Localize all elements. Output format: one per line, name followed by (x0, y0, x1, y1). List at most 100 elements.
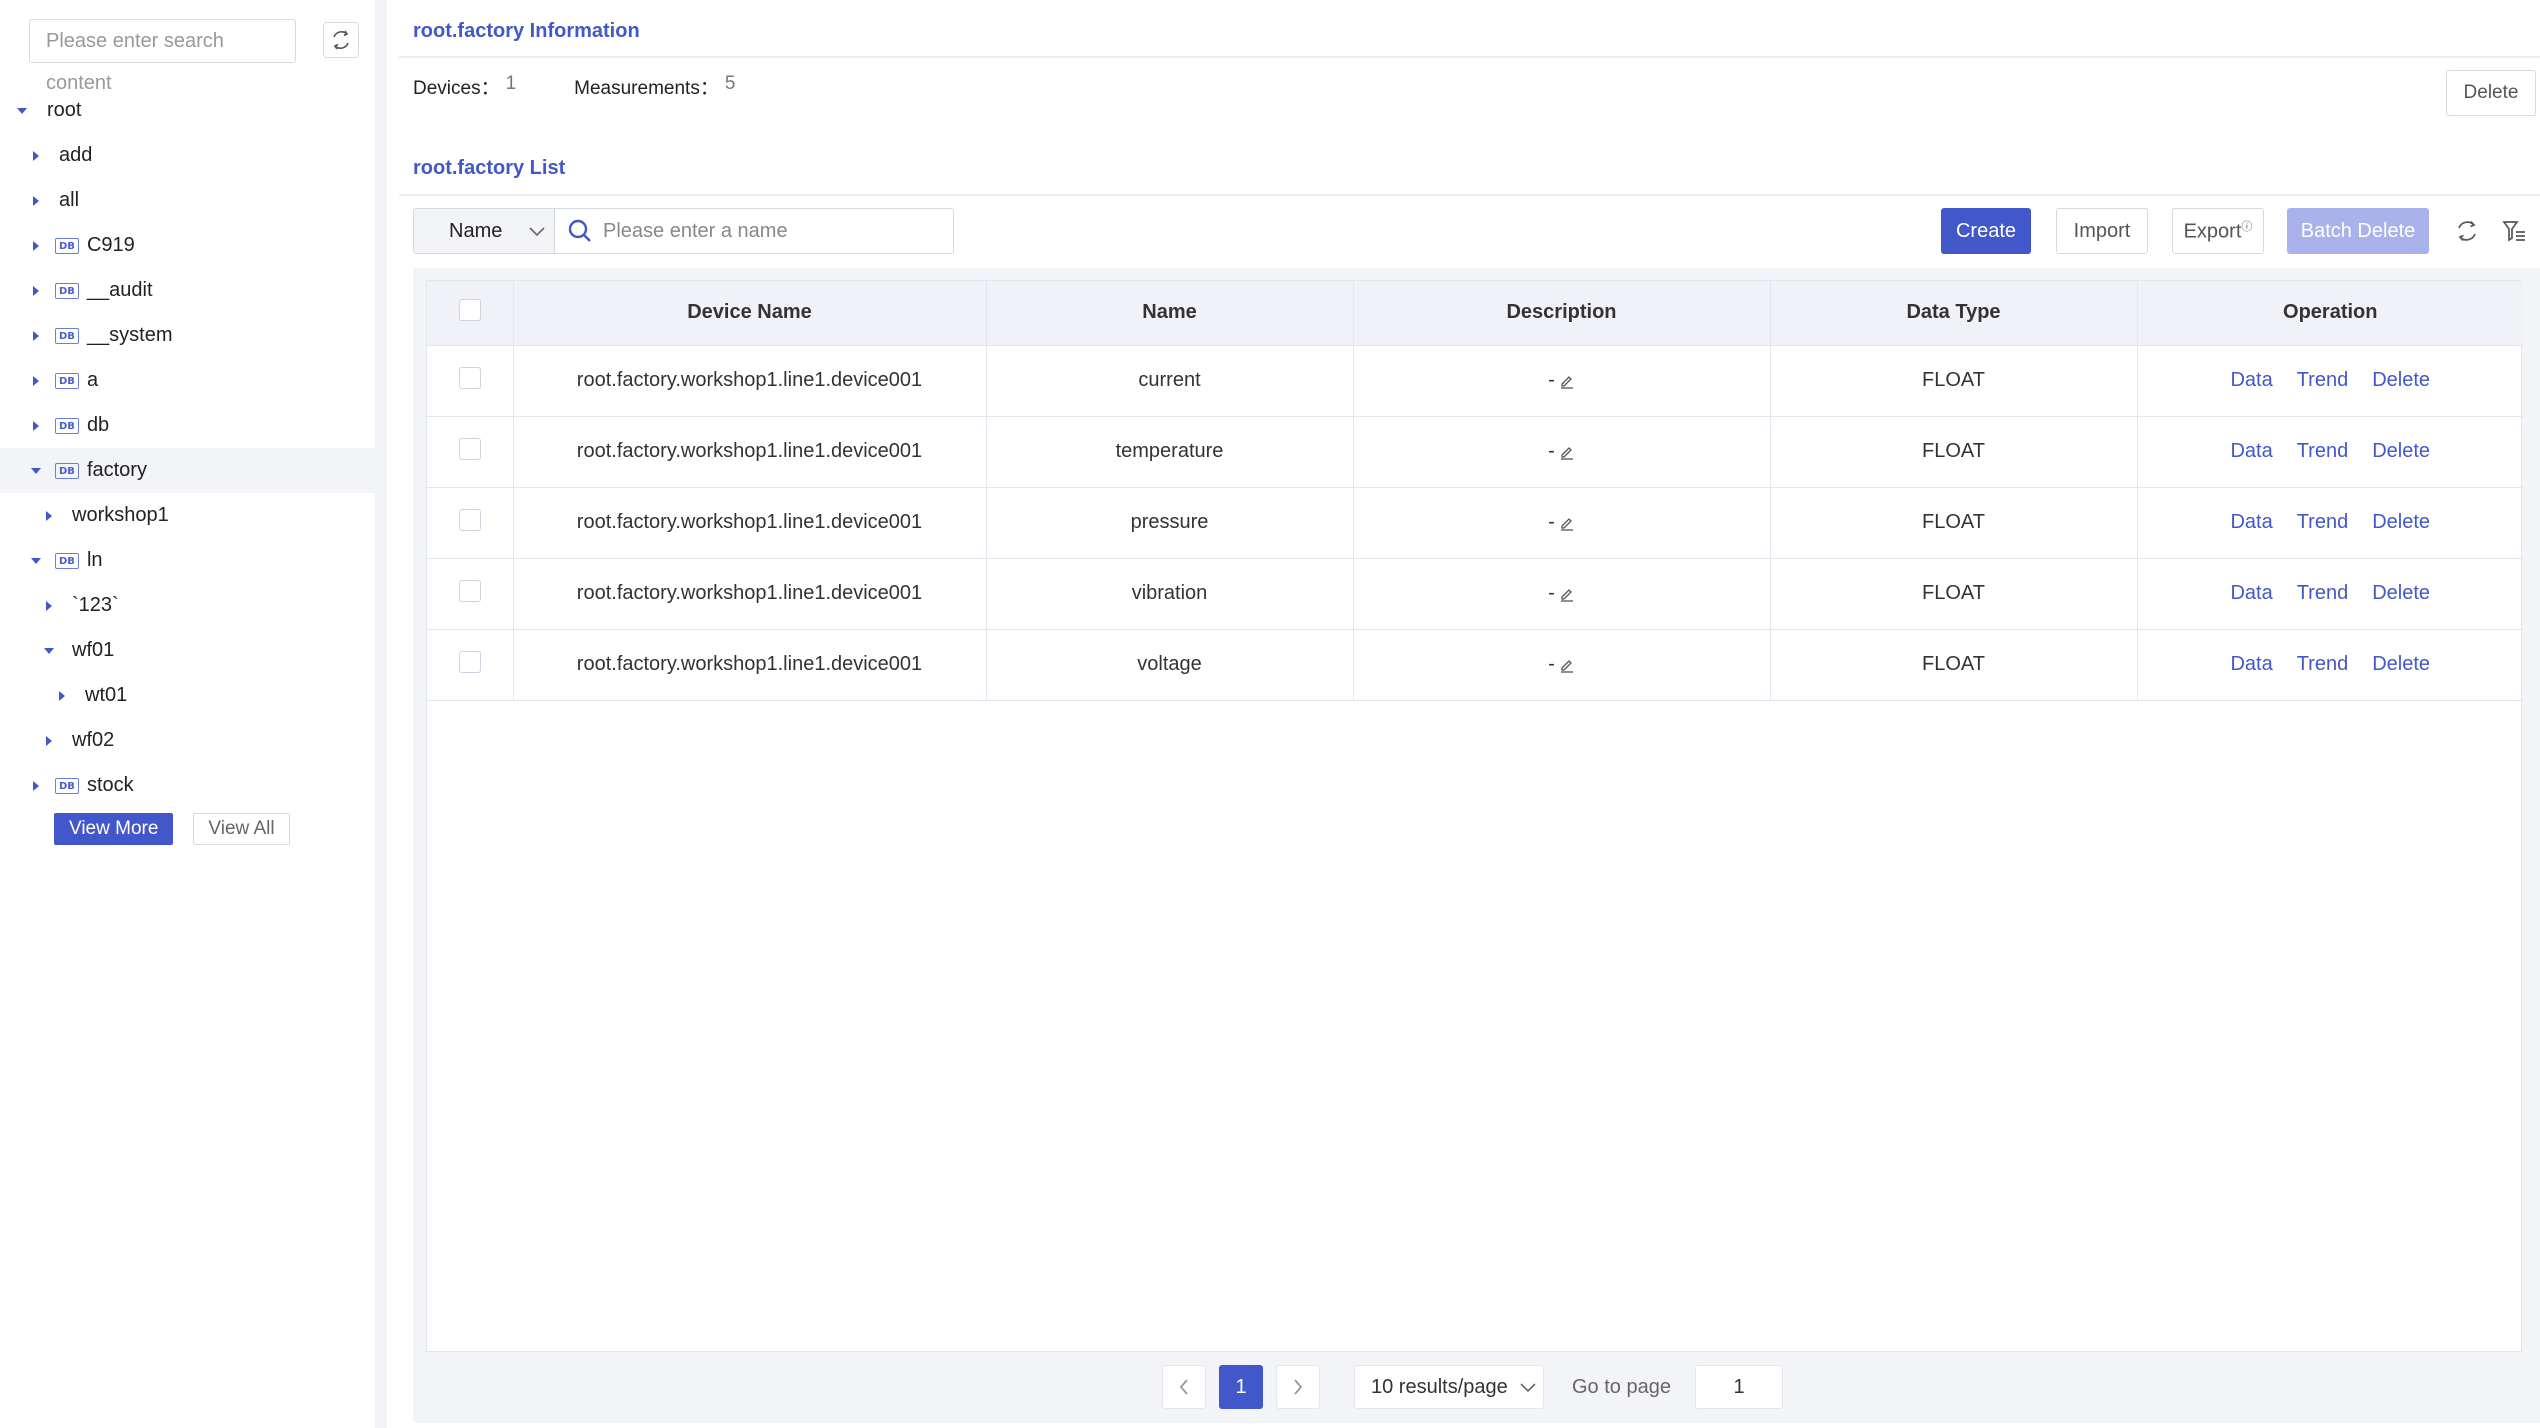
row-checkbox[interactable] (458, 437, 481, 460)
description-value: - (1548, 440, 1555, 462)
caret-down-icon[interactable] (29, 464, 43, 478)
view-all-button[interactable]: View All (193, 813, 290, 845)
refresh-icon[interactable] (2454, 218, 2480, 244)
filter-field-select[interactable]: Name (413, 208, 555, 254)
caret-right-icon[interactable] (55, 689, 69, 703)
tree-node[interactable]: wt01 (0, 673, 387, 718)
select-all-checkbox[interactable] (458, 298, 481, 321)
caret-right-icon[interactable] (29, 329, 43, 343)
caret-right-icon[interactable] (29, 194, 43, 208)
tree-node[interactable]: DB db (0, 403, 387, 448)
tree-node[interactable]: wf01 (0, 628, 387, 673)
edit-icon[interactable] (1559, 515, 1575, 531)
caret-right-icon[interactable] (42, 509, 56, 523)
tree-node[interactable]: DB C919 (0, 223, 387, 268)
tree-node[interactable]: DB ln (0, 538, 387, 583)
edit-icon[interactable] (1559, 444, 1575, 460)
database-icon: DB (55, 462, 79, 479)
tree-node[interactable]: DB factory (0, 448, 387, 493)
goto-page-input[interactable]: 1 (1695, 1365, 1783, 1409)
batch-delete-button[interactable]: Batch Delete (2287, 208, 2429, 254)
edit-icon[interactable] (1559, 586, 1575, 602)
pagination: 1 10 results/page Go to page 1 (413, 1365, 2540, 1409)
row-checkbox[interactable] (458, 579, 481, 602)
export-label: Export (2183, 220, 2242, 243)
name-cell: current (986, 345, 1354, 417)
description-cell: - (1353, 629, 1771, 701)
caret-right-icon[interactable] (42, 734, 56, 748)
trend-link[interactable]: Trend (2297, 653, 2349, 675)
next-page-button[interactable] (1276, 1365, 1320, 1409)
caret-right-icon[interactable] (29, 779, 43, 793)
list-divider (399, 194, 2540, 196)
tree-node[interactable]: `123` (0, 583, 387, 628)
device-name-cell: root.factory.workshop1.line1.device001 (513, 558, 987, 630)
delete-link[interactable]: Delete (2372, 440, 2430, 462)
table-row: root.factory.workshop1.line1.device001 cu… (427, 345, 2523, 417)
tree-node[interactable]: DB stock (0, 763, 387, 808)
tree-node[interactable]: workshop1 (0, 493, 387, 538)
delete-link[interactable]: Delete (2372, 653, 2430, 675)
tree-node[interactable]: wf02 (0, 718, 387, 763)
tree-node[interactable]: DB __audit (0, 268, 387, 313)
database-tree: root add all DB C919 DB __audit DB __system DB a DB… (0, 88, 387, 808)
import-button[interactable]: Import (2056, 208, 2148, 254)
page-size-select[interactable]: 10 results/page (1354, 1365, 1544, 1409)
tree-refresh-button[interactable] (323, 22, 359, 58)
trend-link[interactable]: Trend (2297, 369, 2349, 391)
tree-node[interactable]: add (0, 133, 387, 178)
data-link[interactable]: Data (2230, 440, 2272, 462)
database-icon: DB (55, 777, 79, 794)
data-link[interactable]: Data (2230, 369, 2272, 391)
create-button[interactable]: Create (1941, 208, 2031, 254)
database-icon: DB (55, 372, 79, 389)
caret-right-icon[interactable] (42, 599, 56, 613)
caret-right-icon[interactable] (29, 239, 43, 253)
data-link[interactable]: Data (2230, 511, 2272, 533)
column-header: Device Name (513, 281, 987, 346)
row-checkbox[interactable] (458, 508, 481, 531)
table-row: root.factory.workshop1.line1.device001 vo… (427, 629, 2523, 701)
filter-name-input[interactable] (603, 219, 943, 243)
search-icon (568, 219, 591, 242)
prev-page-button[interactable] (1162, 1365, 1206, 1409)
delete-storage-button[interactable]: Delete (2446, 70, 2536, 116)
tree-node[interactable]: DB __system (0, 313, 387, 358)
edit-icon[interactable] (1559, 657, 1575, 673)
row-checkbox[interactable] (458, 366, 481, 389)
page-1-button[interactable]: 1 (1219, 1365, 1263, 1409)
tree-node[interactable]: root (0, 88, 387, 133)
edit-icon[interactable] (1559, 373, 1575, 389)
delete-link[interactable]: Delete (2372, 511, 2430, 533)
trend-link[interactable]: Trend (2297, 440, 2349, 462)
tree-node-label: factory (86, 459, 147, 481)
caret-right-icon[interactable] (29, 149, 43, 163)
caret-down-icon[interactable] (42, 644, 56, 658)
list-toolbar: Name Create Import Exportⓘ Batch Delete (413, 208, 2540, 254)
caret-down-icon[interactable] (15, 104, 29, 118)
delete-link[interactable]: Delete (2372, 369, 2430, 391)
chevron-down-icon (1520, 1383, 1536, 1393)
caret-down-icon[interactable] (29, 554, 43, 568)
tree-search-input[interactable]: Please enter search content (29, 19, 296, 94)
export-button[interactable]: Exportⓘ (2172, 208, 2264, 254)
caret-right-icon[interactable] (29, 419, 43, 433)
delete-link[interactable]: Delete (2372, 582, 2430, 604)
column-filter-icon[interactable] (2501, 218, 2527, 244)
chevron-left-icon (1179, 1379, 1188, 1395)
caret-right-icon[interactable] (29, 374, 43, 388)
tree-node-label: all (59, 189, 80, 211)
data-link[interactable]: Data (2230, 653, 2272, 675)
tree-node[interactable]: all (0, 178, 387, 223)
data-link[interactable]: Data (2230, 582, 2272, 604)
caret-right-icon[interactable] (29, 284, 43, 298)
trend-link[interactable]: Trend (2297, 511, 2349, 533)
view-more-button[interactable]: View More (54, 813, 174, 845)
trend-link[interactable]: Trend (2297, 582, 2349, 604)
table-header-row: Device Name Name Description Data Type O… (427, 281, 2523, 346)
tree-node[interactable]: DB a (0, 358, 387, 403)
chevron-down-icon (529, 227, 545, 237)
device-name-cell: root.factory.workshop1.line1.device001 (513, 629, 987, 701)
tree-node-label: stock (86, 774, 134, 796)
row-checkbox[interactable] (458, 650, 481, 673)
